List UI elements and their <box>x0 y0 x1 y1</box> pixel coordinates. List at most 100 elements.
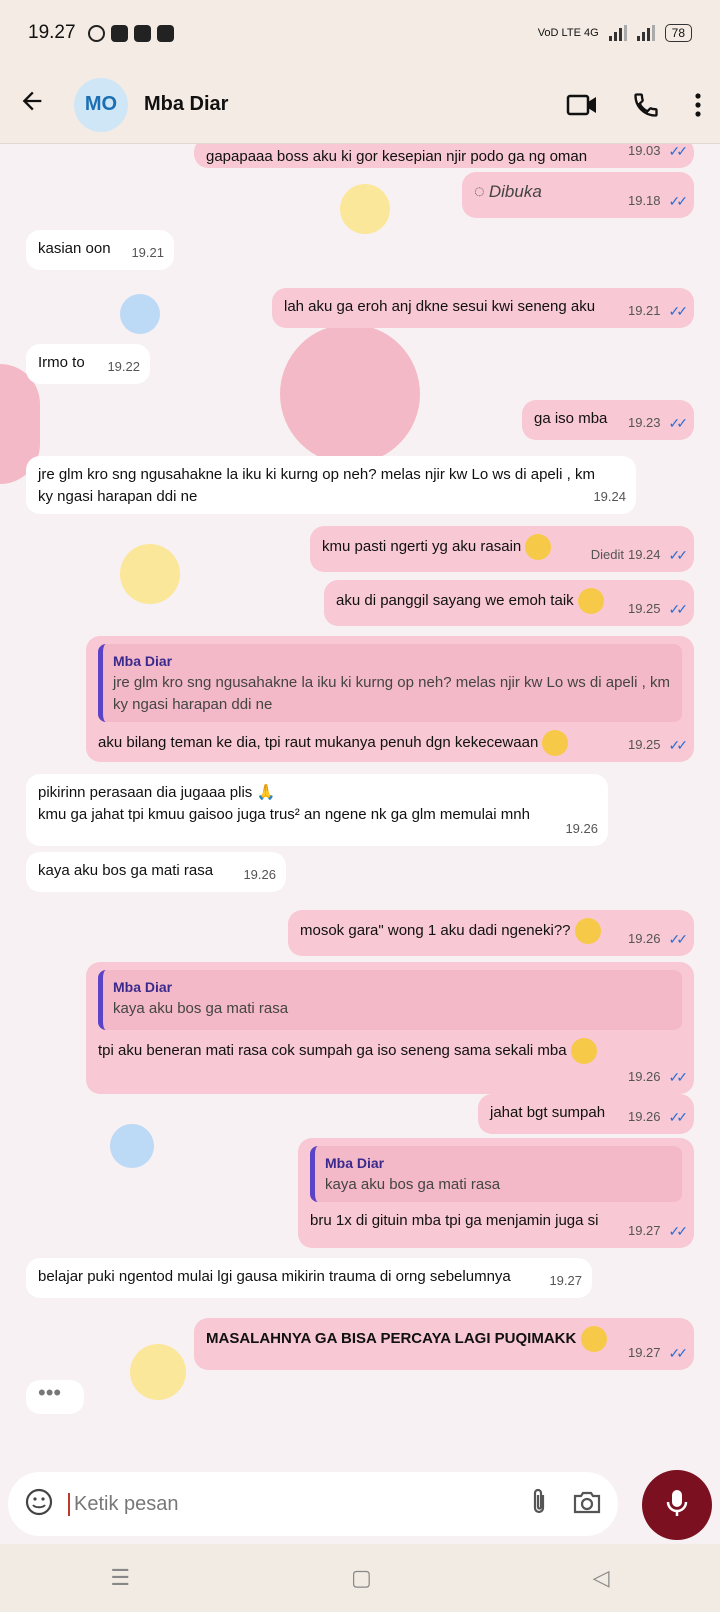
home-icon[interactable]: ▢ <box>351 1565 372 1591</box>
recents-menu-icon[interactable]: ☰ <box>110 1565 130 1591</box>
message-text: aku di panggil sayang we emoh taik <box>336 591 574 609</box>
notification-icons <box>87 24 174 42</box>
signal2-icon <box>636 25 655 41</box>
message-bubble[interactable]: lah aku ga eroh anj dkne sesui kwi senen… <box>272 288 694 328</box>
message-bubble[interactable]: jre glm kro sng ngusahakne la iku ki kur… <box>26 456 636 514</box>
quoted-message[interactable]: Mba Diar kaya aku bos ga mati rasa <box>310 1146 682 1202</box>
reply-message-bubble[interactable]: Mba Diar kaya aku bos ga mati rasa tpi a… <box>86 962 694 1094</box>
message-input[interactable]: Ketik pesan <box>68 1492 528 1516</box>
chat-header: MO Mba Diar <box>0 66 720 144</box>
read-ticks-icon: ✓✓ <box>668 601 689 617</box>
contact-name[interactable]: Mba Diar <box>144 93 228 116</box>
edited-label: Diedit <box>590 547 624 562</box>
message-time: 19.27 <box>549 1273 582 1288</box>
message-text: lah aku ga eroh anj dkne sesui kwi senen… <box>284 298 596 315</box>
battery-indicator: 78 <box>664 24 692 42</box>
quoted-message[interactable]: Mba Diar kaya aku bos ga mati rasa <box>98 970 682 1030</box>
message-time: 19.24 <box>627 547 661 562</box>
read-ticks-icon: ✓✓ <box>668 144 689 159</box>
quoted-sender: Mba Diar <box>113 653 173 669</box>
whatsapp-icon <box>87 24 105 42</box>
youtube-icon <box>133 24 151 42</box>
more-options-icon[interactable] <box>694 92 702 118</box>
voice-record-button[interactable] <box>642 1470 712 1540</box>
message-text: MASALAHNYA GA BISA PERCAYA LAGI PUQIMAKK <box>206 1329 577 1347</box>
wallpaper-elephant-icon <box>280 324 420 464</box>
read-ticks-icon: ✓✓ <box>668 1069 689 1085</box>
message-text: kmu pasti ngerti yg aku rasain <box>322 537 522 555</box>
reply-message-bubble[interactable]: Mba Diar jre glm kro sng ngusahakne la i… <box>86 636 694 762</box>
reply-message-bubble[interactable]: Mba Diar kaya aku bos ga mati rasa bru 1… <box>298 1138 694 1248</box>
message-time: 19.26 <box>627 1109 661 1124</box>
message-bubble[interactable]: ga iso mba 19.23 ✓✓ <box>522 400 694 440</box>
message-text: ga iso mba <box>534 410 608 427</box>
message-time: 19.24 <box>593 489 626 504</box>
status-bar: 19.27 VoD LTE 4G 78 <box>0 0 720 66</box>
read-ticks-icon: ✓✓ <box>668 303 689 319</box>
message-bubble[interactable]: pikirinn perasaan dia jugaaa plis 🙏 kmu … <box>26 774 608 846</box>
read-ticks-icon: ✓✓ <box>668 547 689 563</box>
message-text: belajar puki ngentod mulai lgi gausa mik… <box>38 1268 511 1285</box>
message-time: 19.27 <box>627 1345 661 1360</box>
read-ticks-icon: ✓✓ <box>668 1109 689 1125</box>
read-ticks-icon: ✓✓ <box>668 737 689 753</box>
read-ticks-icon: ✓✓ <box>668 931 689 947</box>
phone-call-icon[interactable] <box>632 91 660 119</box>
read-ticks-icon: ✓✓ <box>668 1223 689 1239</box>
quoted-text: kaya aku bos ga mati rasa <box>325 1176 501 1193</box>
message-text: aku bilang teman ke dia, tpi raut mukany… <box>98 733 539 751</box>
message-bubble[interactable]: mosok gara" wong 1 aku dadi ngeneki?? 19… <box>288 910 694 956</box>
pleading-emoji-icon <box>525 534 552 560</box>
chat-area[interactable]: gapapaaa boss aku ki gor kesepian njir p… <box>0 144 720 1544</box>
pleading-emoji-icon <box>580 1326 607 1352</box>
message-text: Dibuka <box>488 182 542 201</box>
message-time: 19.26 <box>627 1069 661 1084</box>
message-bubble[interactable]: jahat bgt sumpah 19.26 ✓✓ <box>478 1094 694 1134</box>
quoted-sender: Mba Diar <box>113 979 173 995</box>
read-ticks-icon: ✓✓ <box>668 415 689 431</box>
pleading-emoji-icon <box>542 730 569 756</box>
message-time: 19.21 <box>627 303 661 318</box>
emoji-sticker-icon[interactable] <box>24 1487 54 1522</box>
message-bubble[interactable]: kmu pasti ngerti yg aku rasain Diedit 19.… <box>310 526 694 572</box>
message-time: 19.27 <box>627 1223 661 1238</box>
message-text: kaya aku bos ga mati rasa <box>38 862 214 879</box>
message-bubble[interactable]: MASALAHNYA GA BISA PERCAYA LAGI PUQIMAKK… <box>194 1318 694 1370</box>
view-once-icon: ◌ <box>474 181 485 201</box>
view-once-bubble[interactable]: ◌ Dibuka 19.18 ✓✓ <box>462 172 694 218</box>
attach-icon[interactable] <box>528 1487 550 1522</box>
message-time: 19.25 <box>627 737 661 752</box>
microphone-icon <box>664 1488 690 1523</box>
message-text: mosok gara" wong 1 aku dadi ngeneki?? <box>300 921 571 939</box>
wallpaper-flower-icon <box>120 544 180 604</box>
message-bubble[interactable]: Irmo to 19.22 <box>26 344 150 384</box>
message-time: 19.21 <box>131 245 164 260</box>
message-time: 19.22 <box>107 359 140 374</box>
message-text-line2: kmu ga jahat tpi kmuu gaisoo juga trus² … <box>38 806 530 823</box>
message-bubble[interactable]: kaya aku bos ga mati rasa 19.26 <box>26 852 286 892</box>
wallpaper-flower-icon <box>340 184 390 234</box>
message-text: jre glm kro sng ngusahakne la iku ki kur… <box>38 466 595 505</box>
video-call-icon[interactable] <box>566 91 598 119</box>
message-time: 19.03 <box>627 144 661 158</box>
message-bubble[interactable]: belajar puki ngentod mulai lgi gausa mik… <box>26 1258 592 1298</box>
message-input-bar[interactable]: Ketik pesan <box>8 1472 618 1536</box>
pleading-emoji-icon <box>570 1038 597 1064</box>
message-time: 19.23 <box>627 415 661 430</box>
back-nav-icon[interactable]: ◁ <box>593 1565 610 1591</box>
message-time: 19.25 <box>627 601 661 616</box>
avatar[interactable]: MO <box>74 77 128 132</box>
camera-icon[interactable] <box>572 1489 602 1520</box>
message-time: 19.26 <box>565 821 598 836</box>
quoted-message[interactable]: Mba Diar jre glm kro sng ngusahakne la i… <box>98 644 682 722</box>
wallpaper-flower-icon <box>110 1124 154 1168</box>
message-text: jahat bgt sumpah <box>490 1104 606 1121</box>
message-bubble[interactable]: gapapaaa boss aku ki gor kesepian njir p… <box>194 144 694 168</box>
message-bubble[interactable]: kasian oon 19.21 <box>26 230 174 270</box>
wallpaper-flower-icon <box>120 294 160 334</box>
pray-emoji-icon: 🙏 <box>256 784 276 801</box>
back-arrow-icon[interactable] <box>18 86 58 123</box>
message-bubble[interactable]: aku di panggil sayang we emoh taik 19.25… <box>324 580 694 626</box>
message-text: gapapaaa boss aku ki gor kesepian njir p… <box>206 148 588 165</box>
read-ticks-icon: ✓✓ <box>668 1345 689 1361</box>
